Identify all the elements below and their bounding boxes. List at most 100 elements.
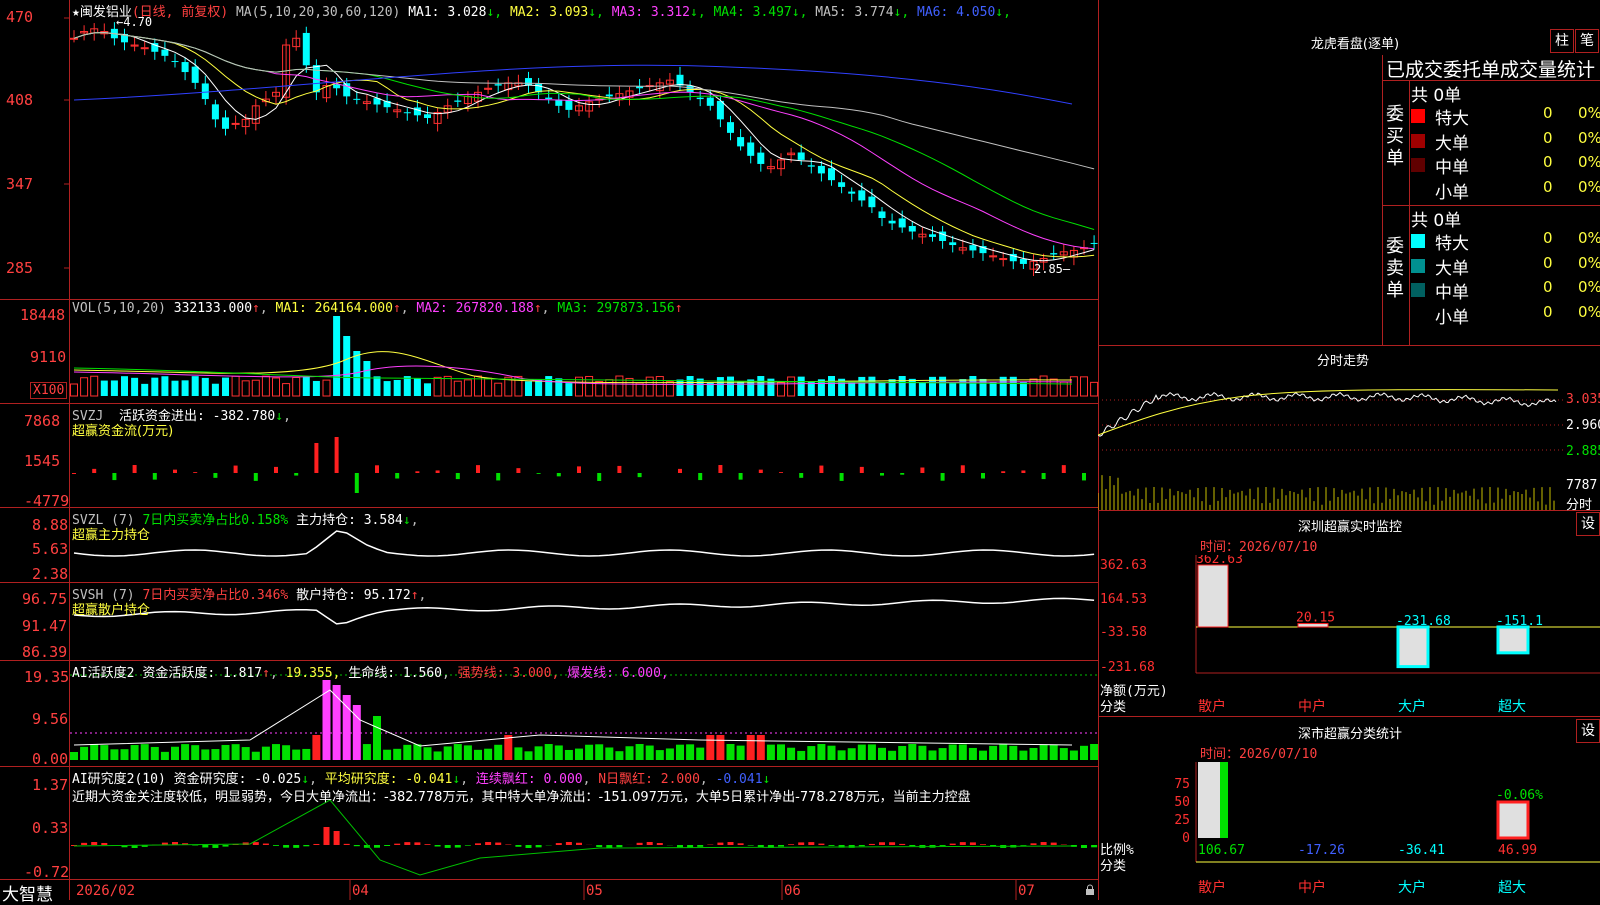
activity-bar — [80, 747, 88, 760]
flow-bar — [981, 473, 985, 479]
vol-bar — [858, 377, 865, 396]
kline-chart[interactable] — [0, 0, 1098, 900]
research-bar — [647, 842, 653, 845]
sell-row-3: 小单00% — [1411, 303, 1600, 327]
vol-bar — [990, 382, 997, 396]
vol-bar — [242, 381, 249, 396]
row-percent: 0% — [1578, 229, 1600, 247]
vol-bar — [717, 377, 724, 396]
candle-down — [838, 182, 845, 187]
candle-down — [707, 98, 714, 106]
candle-up — [232, 123, 239, 124]
activity-bar — [545, 744, 553, 760]
activity-bar — [222, 745, 230, 760]
vol-bar — [101, 381, 108, 396]
monitor-xlabel: 分类 — [1100, 700, 1126, 715]
ma-header: MA(5,10,20,30,60,120) — [236, 5, 400, 20]
candle-down — [454, 101, 461, 102]
color-swatch — [1411, 134, 1425, 148]
monitor-bar — [1198, 565, 1228, 627]
activity-bar — [525, 751, 533, 760]
activity-bar — [201, 749, 209, 760]
buy-side-label: 委买单 — [1386, 104, 1408, 170]
sz-monitor-title: 深圳超赢实时监控 — [1260, 516, 1440, 535]
activity-bar — [969, 748, 977, 760]
class-settings-button[interactable]: 设 — [1576, 719, 1600, 743]
vol-bar — [394, 380, 401, 396]
ai2-tick-3: -0.72 — [24, 863, 69, 881]
vol-bar — [909, 379, 916, 396]
vol-bar — [969, 376, 976, 396]
activity-bar — [110, 749, 118, 760]
flow-bar — [1082, 473, 1086, 480]
activity-bar — [646, 746, 654, 760]
candle-down — [222, 117, 229, 128]
row-percent: 0% — [1578, 104, 1600, 122]
ma-value-6: MA6: 4.050 — [917, 5, 995, 20]
flow-bar — [718, 465, 722, 473]
svzj-tick-3: -4779 — [24, 492, 69, 510]
vol-bar — [172, 381, 179, 396]
research-bar — [354, 845, 360, 846]
monitor-chart: 362.63164.53-33.58-231.68362.6320.15-231… — [1098, 555, 1600, 720]
activity-bar — [312, 735, 320, 760]
class-y-tick: 0 — [1182, 831, 1190, 846]
intraday-chart[interactable] — [1098, 365, 1566, 510]
activity-bar — [151, 747, 159, 760]
row-percent: 0% — [1578, 178, 1600, 196]
ma1-line — [74, 33, 1094, 261]
research-bar — [960, 842, 966, 845]
vol-bar — [929, 377, 936, 396]
monitor-y-tick: 164.53 — [1100, 592, 1147, 607]
flow-bar — [254, 473, 258, 481]
research-bar — [576, 843, 582, 845]
monitor-category: 中户 — [1298, 698, 1326, 715]
activity-bar — [403, 745, 411, 760]
flow-bar — [375, 465, 379, 473]
row-name: 大单 — [1435, 129, 1469, 154]
vol-bar — [778, 383, 785, 396]
research-bar — [515, 845, 521, 847]
activity-bar — [141, 744, 149, 760]
candle-down — [565, 100, 572, 109]
bar-mode-button[interactable]: 柱 — [1550, 29, 1574, 53]
vol-bar — [384, 381, 391, 396]
activity-bar — [757, 735, 765, 760]
research-bar — [1051, 843, 1057, 845]
flow-bar — [274, 467, 278, 473]
activity-bar — [1019, 751, 1027, 760]
monitor-ylabel: 净额(万元) — [1100, 684, 1168, 699]
research-bar — [717, 843, 723, 845]
vol-bar — [616, 376, 623, 396]
research-bar — [778, 845, 784, 847]
star-icon[interactable]: ★ — [72, 5, 80, 20]
ai2-tick-1: 1.37 — [32, 776, 68, 794]
row-percent: 0% — [1578, 129, 1600, 147]
vol-bar — [828, 376, 835, 396]
ma-value-4: MA4: 3.497 — [713, 5, 791, 20]
vol-bar — [798, 377, 805, 396]
research-bar — [334, 831, 340, 845]
class-ylabel: 比例% — [1100, 843, 1134, 858]
candle-down — [909, 226, 916, 232]
buy-row-0: 特大00% — [1411, 104, 1600, 128]
activity-bar — [1040, 744, 1048, 760]
research-bar — [1091, 845, 1097, 847]
flow-bar — [537, 473, 541, 474]
y-tick-470: 470 — [6, 8, 33, 26]
monitor-settings-button[interactable]: 设 — [1576, 512, 1600, 536]
flow-bar — [941, 473, 945, 481]
vol-bar — [727, 377, 734, 396]
activity-bar — [706, 735, 714, 760]
sz-class-title: 深市超赢分类统计 — [1260, 723, 1440, 742]
activity-bar — [747, 735, 755, 760]
tick-mode-button[interactable]: 笔 — [1575, 29, 1599, 53]
row-count: 0 — [1543, 278, 1553, 296]
row-name: 大单 — [1435, 254, 1469, 279]
activity-bar — [868, 744, 876, 760]
activity-bar — [908, 744, 916, 760]
class-chart: 7550250-0.06%106.67-17.26-36.4146.99比例%分… — [1098, 762, 1600, 900]
activity-bar — [626, 746, 634, 760]
buy-row-3: 小单00% — [1411, 178, 1600, 202]
color-swatch — [1411, 109, 1425, 123]
